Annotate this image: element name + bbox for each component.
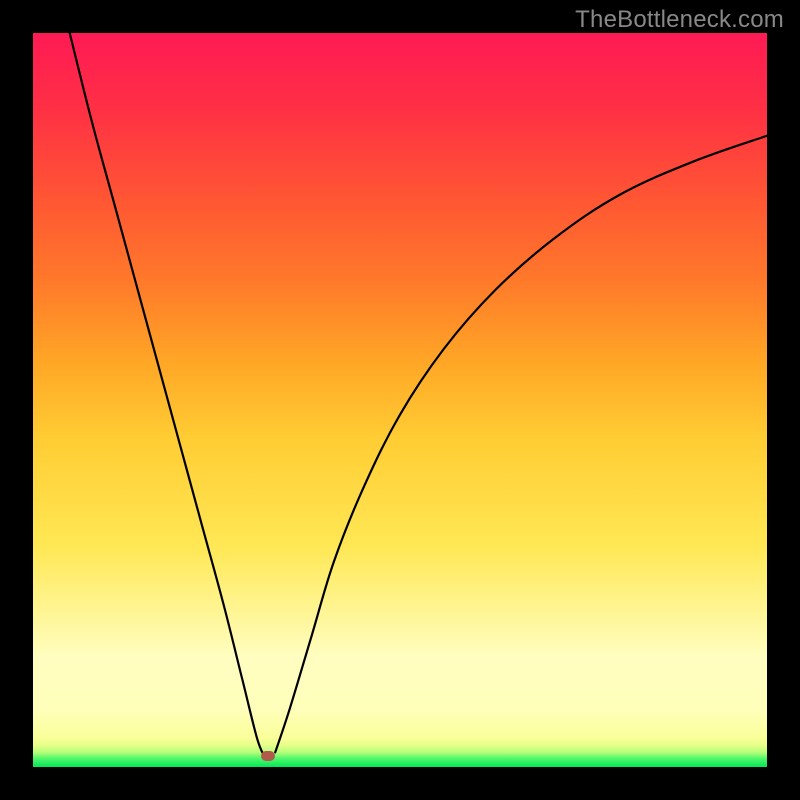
- trough-marker: [261, 751, 275, 761]
- watermark-text: TheBottleneck.com: [575, 6, 784, 34]
- chart-frame: TheBottleneck.com: [0, 0, 800, 800]
- curve-right: [275, 136, 767, 753]
- curve-layer: [33, 33, 767, 767]
- plot-area: [33, 33, 767, 767]
- curve-left: [70, 33, 265, 756]
